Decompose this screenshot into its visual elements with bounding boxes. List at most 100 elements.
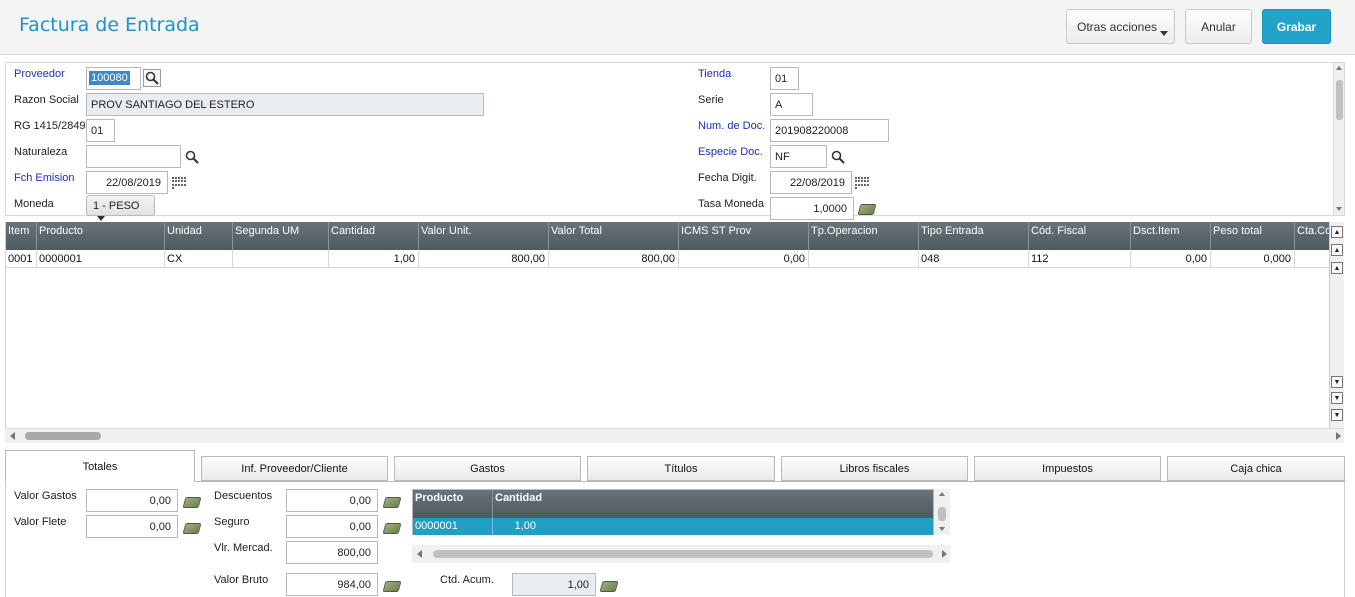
search-icon[interactable] <box>829 148 847 166</box>
grid-horizontal-scrollbar[interactable] <box>5 428 1344 443</box>
fch-emision-field[interactable]: 22/08/2019 <box>86 171 168 194</box>
cancel-button[interactable]: Anular <box>1185 9 1252 44</box>
tab-inf-proveedor[interactable]: Inf. Proveedor/Cliente <box>201 456 388 481</box>
table-cell[interactable]: 0000001 <box>37 250 165 267</box>
first-row-icon[interactable]: ▲ <box>1331 226 1343 238</box>
save-button[interactable]: Grabar <box>1262 9 1331 44</box>
column-header[interactable]: Cta.Co <box>1295 222 1330 250</box>
serie-field[interactable]: A <box>770 93 813 116</box>
valor-flete-field[interactable]: 0,00 <box>86 515 178 538</box>
scroll-right-icon[interactable] <box>1336 432 1341 440</box>
table-cell[interactable]: 048 <box>919 250 1029 267</box>
tienda-field[interactable]: 01 <box>770 67 799 90</box>
page-down-icon[interactable]: ▼ <box>1331 392 1343 404</box>
money-icon[interactable] <box>382 577 402 595</box>
seguro-field[interactable]: 0,00 <box>286 515 378 538</box>
scroll-thumb[interactable] <box>938 507 946 521</box>
tab-impuestos[interactable]: Impuestos <box>974 456 1161 481</box>
mini-grid-scrollbar[interactable] <box>934 489 950 535</box>
table-cell[interactable] <box>233 250 329 267</box>
razon-social-field[interactable]: PROV SANTIAGO DEL ESTERO <box>86 93 484 116</box>
money-icon[interactable] <box>382 519 402 537</box>
table-row[interactable]: 0000001 1,00 <box>413 518 933 535</box>
column-header[interactable]: Segunda UM <box>233 222 329 250</box>
naturaleza-field[interactable] <box>86 145 181 168</box>
vlr-mercad-field[interactable]: 800,00 <box>286 541 378 564</box>
table-cell[interactable]: 1,00 <box>329 250 419 267</box>
column-header[interactable]: Producto <box>37 222 165 250</box>
ctd-acum-field[interactable]: 1,00 <box>512 573 596 596</box>
table-cell[interactable]: 0000001 <box>413 518 493 535</box>
column-header[interactable]: Cantidad <box>329 222 419 250</box>
tab-totales[interactable]: Totales <box>5 450 195 483</box>
column-header[interactable]: Tp.Operacion <box>809 222 919 250</box>
table-cell[interactable] <box>1295 250 1330 267</box>
mini-grid-header: Producto Cantidad <box>413 490 933 518</box>
table-cell[interactable]: 1,00 <box>493 518 538 535</box>
scroll-down-icon[interactable] <box>1336 207 1342 211</box>
table-cell[interactable]: 0,00 <box>679 250 809 267</box>
tab-gastos[interactable]: Gastos <box>394 456 581 481</box>
valor-bruto-field[interactable]: 984,00 <box>286 573 378 596</box>
table-cell[interactable]: 800,00 <box>419 250 549 267</box>
money-icon[interactable] <box>857 200 877 218</box>
column-header[interactable]: Valor Unit. <box>419 222 549 250</box>
scroll-up-icon[interactable] <box>939 492 945 496</box>
last-row-icon[interactable]: ▼ <box>1331 409 1343 421</box>
other-actions-button[interactable]: Otras acciones <box>1066 9 1175 44</box>
search-icon[interactable] <box>143 69 161 87</box>
calendar-icon[interactable] <box>854 174 872 192</box>
num-doc-field[interactable]: 201908220008 <box>770 119 889 142</box>
table-cell[interactable]: 112 <box>1029 250 1131 267</box>
money-icon[interactable] <box>182 493 202 511</box>
table-cell[interactable]: 0,00 <box>1131 250 1211 267</box>
column-header[interactable]: Valor Total <box>549 222 679 250</box>
column-header[interactable]: Dsct.Item <box>1131 222 1211 250</box>
table-cell[interactable] <box>809 250 919 267</box>
proveedor-field[interactable]: 100080 <box>86 67 141 90</box>
tasa-moneda-field[interactable]: 1,0000 <box>770 197 854 220</box>
scroll-thumb[interactable] <box>433 550 933 558</box>
calendar-icon[interactable] <box>171 174 189 192</box>
descuentos-field[interactable]: 0,00 <box>286 489 378 512</box>
column-header[interactable]: Tipo Entrada <box>919 222 1029 250</box>
money-icon[interactable] <box>599 577 619 595</box>
money-icon[interactable] <box>382 493 402 511</box>
column-header[interactable]: ICMS ST Prov <box>679 222 809 250</box>
column-header[interactable]: Item <box>6 222 37 250</box>
tab-titulos[interactable]: Títulos <box>587 456 775 481</box>
scroll-left-icon[interactable] <box>10 432 15 440</box>
table-row[interactable]: 0001 0000001 CX 1,00 800,00 800,00 0,00 … <box>6 250 1330 268</box>
form-scrollbar[interactable] <box>1333 63 1344 215</box>
column-header[interactable]: Peso total <box>1211 222 1295 250</box>
column-header[interactable]: Unidad <box>165 222 233 250</box>
fecha-digit-field[interactable]: 22/08/2019 <box>770 171 852 194</box>
search-icon[interactable] <box>183 148 201 166</box>
table-cell[interactable]: CX <box>165 250 233 267</box>
page-up-icon[interactable]: ▲ <box>1331 244 1343 256</box>
scroll-left-icon[interactable] <box>417 550 422 558</box>
tab-caja-chica[interactable]: Caja chica <box>1167 456 1345 481</box>
table-cell[interactable]: 0,000 <box>1211 250 1295 267</box>
column-header[interactable]: Cantidad <box>493 490 933 518</box>
mini-grid-horizontal-scrollbar[interactable] <box>412 545 950 563</box>
tab-libros-fiscales[interactable]: Libros fiscales <box>781 456 968 481</box>
column-header[interactable]: Cód. Fiscal <box>1029 222 1131 250</box>
scroll-right-icon[interactable] <box>942 550 947 558</box>
column-header[interactable]: Producto <box>413 490 493 518</box>
moneda-select[interactable]: 1 - PESO <box>86 195 155 221</box>
table-cell[interactable]: 0001 <box>6 250 37 267</box>
scroll-thumb[interactable] <box>25 432 101 440</box>
especie-doc-field[interactable]: NF <box>770 145 827 168</box>
scroll-down-icon[interactable] <box>939 527 945 531</box>
scroll-up-icon[interactable] <box>1336 66 1342 70</box>
items-grid: Item Producto Unidad Segunda UM Cantidad… <box>5 222 1330 428</box>
scroll-thumb[interactable] <box>1336 80 1343 120</box>
grid-navigation: ▲ ▲ ▲ ▼ ▼ ▼ <box>1329 222 1344 428</box>
table-cell[interactable]: 800,00 <box>549 250 679 267</box>
rg-field[interactable]: 01 <box>86 119 115 142</box>
money-icon[interactable] <box>182 519 202 537</box>
valor-gastos-field[interactable]: 0,00 <box>86 489 178 512</box>
row-down-icon[interactable]: ▼ <box>1331 376 1343 388</box>
row-up-icon[interactable]: ▲ <box>1331 262 1343 274</box>
